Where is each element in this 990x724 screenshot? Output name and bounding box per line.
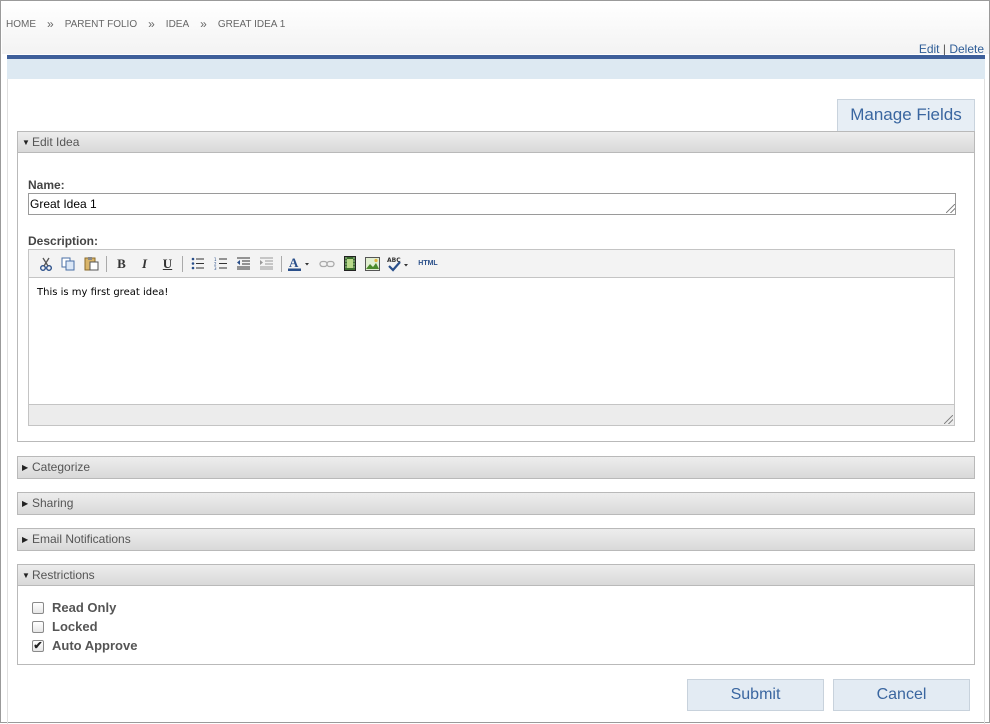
locked-checkbox[interactable] [32, 620, 44, 633]
svg-text:A: A [289, 256, 299, 270]
indent-icon[interactable] [256, 254, 277, 274]
delete-link[interactable]: Delete [949, 42, 984, 56]
sharing-header[interactable]: ▶ Sharing [18, 493, 974, 514]
editor-toolbar: B I U 123 A ABC HTML [29, 250, 954, 278]
email-notifications-header[interactable]: ▶ Email Notifications [18, 529, 974, 550]
app-frame: HOME » PARENT FOLIO » IDEA » GREAT IDEA … [0, 0, 990, 724]
editor-status-bar [29, 404, 954, 425]
triangle-down-icon: ▼ [22, 137, 30, 147]
toolbar-separator [182, 255, 183, 272]
breadcrumb-home[interactable]: HOME [6, 19, 36, 30]
link-icon[interactable] [316, 254, 337, 274]
breadcrumb-separator: » [148, 17, 155, 31]
categorize-section: ▶ Categorize [17, 456, 975, 479]
outdent-icon[interactable] [233, 254, 254, 274]
cut-icon[interactable] [35, 254, 56, 274]
section-title: Edit Idea [32, 134, 80, 149]
editor-content[interactable]: This is my first great idea! [29, 278, 954, 404]
toolbar-separator [106, 255, 107, 272]
breadcrumb-separator: » [47, 17, 54, 31]
top-bar: HOME » PARENT FOLIO » IDEA » GREAT IDEA … [2, 2, 989, 56]
svg-text:3: 3 [214, 266, 217, 270]
name-label: Name: [28, 178, 65, 192]
paste-icon[interactable] [81, 254, 102, 274]
header-band [7, 59, 985, 79]
triangle-right-icon: ▶ [22, 499, 29, 508]
checkbox-label: Auto Approve [52, 638, 138, 653]
breadcrumb-idea[interactable]: IDEA [166, 19, 189, 30]
triangle-right-icon: ▶ [22, 535, 29, 544]
breadcrumb-separator: » [200, 17, 207, 31]
locked-option[interactable]: Locked [32, 619, 98, 634]
html-source-button[interactable]: HTML [415, 254, 441, 274]
toolbar-separator [281, 255, 282, 272]
description-label: Description: [28, 234, 99, 248]
underline-button[interactable]: U [157, 254, 178, 274]
font-color-icon[interactable]: A [286, 254, 314, 274]
copy-icon[interactable] [58, 254, 79, 274]
edit-idea-header[interactable]: ▼ Edit Idea [18, 132, 974, 153]
spellcheck-icon[interactable]: ABC [385, 254, 413, 274]
checkbox-label: Locked [52, 619, 98, 634]
cancel-button[interactable]: Cancel [833, 679, 970, 711]
submit-button[interactable]: Submit [687, 679, 824, 711]
page-actions: Edit | Delete [919, 42, 984, 56]
insert-image-icon[interactable] [362, 254, 383, 274]
breadcrumb-current: GREAT IDEA 1 [217, 19, 286, 30]
email-notifications-section: ▶ Email Notifications [17, 528, 975, 551]
triangle-right-icon: ▶ [22, 463, 29, 472]
resize-grip-icon[interactable] [946, 204, 955, 213]
rich-text-editor: B I U 123 A ABC HTML This is my first gr… [28, 249, 955, 426]
checkbox-label: Read Only [52, 600, 117, 615]
read-only-option[interactable]: Read Only [32, 600, 116, 615]
breadcrumb: HOME » PARENT FOLIO » IDEA » GREAT IDEA … [6, 17, 286, 31]
read-only-checkbox[interactable] [32, 601, 44, 614]
section-title: Email Notifications [32, 532, 131, 546]
sharing-section: ▶ Sharing [17, 492, 975, 515]
edit-link[interactable]: Edit [919, 42, 940, 56]
section-title: Categorize [32, 460, 91, 474]
restrictions-section: ▼ Restrictions Read Only Locked ✔ Auto A… [17, 564, 975, 665]
numbered-list-icon[interactable]: 123 [210, 254, 231, 274]
section-title: Restrictions [32, 567, 95, 582]
breadcrumb-parent-folio[interactable]: PARENT FOLIO [65, 19, 137, 30]
edit-idea-section: ▼ Edit Idea Name: Description: B I U [17, 131, 975, 442]
categorize-header[interactable]: ▶ Categorize [18, 457, 974, 478]
actions-divider: | [942, 42, 946, 56]
auto-approve-option[interactable]: ✔ Auto Approve [32, 638, 137, 653]
manage-fields-tab[interactable]: Manage Fields [837, 99, 975, 131]
auto-approve-checkbox[interactable]: ✔ [32, 639, 44, 652]
name-input[interactable] [28, 193, 956, 215]
media-film-icon[interactable] [339, 254, 360, 274]
italic-button[interactable]: I [134, 254, 155, 274]
bullet-list-icon[interactable] [187, 254, 208, 274]
bold-button[interactable]: B [111, 254, 132, 274]
resize-grip-icon[interactable] [944, 415, 953, 424]
triangle-down-icon: ▼ [22, 570, 30, 580]
restrictions-header[interactable]: ▼ Restrictions [18, 565, 974, 586]
section-title: Sharing [32, 496, 74, 510]
